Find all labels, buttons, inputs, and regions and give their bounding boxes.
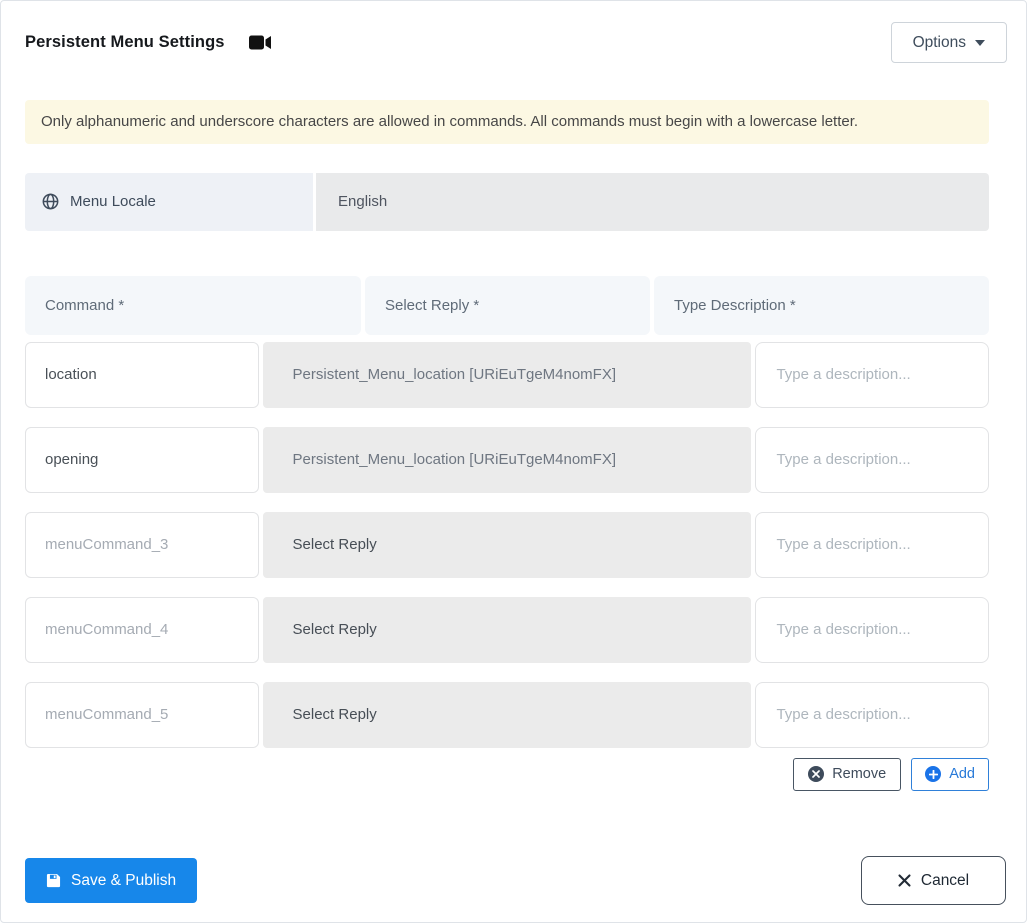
remove-button[interactable]: Remove: [793, 757, 902, 791]
command-row: Select Reply: [25, 511, 989, 578]
add-button-label: Add: [949, 766, 975, 783]
command-input[interactable]: [25, 511, 259, 578]
description-input[interactable]: [755, 511, 989, 578]
save-publish-button[interactable]: Save & Publish: [25, 858, 198, 903]
top-bar: Persistent Menu Settings Options: [1, 1, 1026, 78]
command-rules-alert: Only alphanumeric and underscore charact…: [25, 100, 989, 144]
description-input[interactable]: [755, 596, 989, 663]
reply-select[interactable]: Select Reply: [262, 511, 752, 578]
description-input[interactable]: [755, 426, 989, 493]
menu-locale-label: Menu Locale: [70, 193, 156, 211]
commands-table-header: Command * Select Reply * Type Descriptio…: [25, 275, 989, 335]
options-button-label: Options: [912, 33, 966, 51]
reply-select[interactable]: Select Reply: [262, 681, 752, 748]
command-row: Persistent_Menu_location [URiEuTgeM4nomF…: [25, 426, 989, 493]
header-command: Command *: [25, 275, 361, 335]
command-input[interactable]: [25, 596, 259, 663]
command-input[interactable]: [25, 341, 259, 408]
menu-locale-value: English: [316, 172, 989, 231]
command-row: Persistent_Menu_location [URiEuTgeM4nomF…: [25, 341, 989, 408]
command-row: Select Reply: [25, 681, 989, 748]
persistent-menu-settings-panel: Persistent Menu Settings Options Only al…: [0, 0, 1027, 923]
reply-select[interactable]: Persistent_Menu_location [URiEuTgeM4nomF…: [262, 341, 752, 408]
remove-circle-x-icon: [808, 766, 825, 783]
options-button[interactable]: Options: [890, 22, 1007, 63]
add-button[interactable]: Add: [911, 757, 989, 791]
header-select-reply: Select Reply *: [365, 275, 650, 335]
menu-locale-label-cell: Menu Locale: [25, 172, 313, 231]
description-input[interactable]: [755, 341, 989, 408]
video-camera-icon: [248, 35, 272, 50]
reply-select[interactable]: Persistent_Menu_location [URiEuTgeM4nomF…: [262, 426, 752, 493]
globe-icon: [42, 193, 59, 210]
footer-bar: Save & Publish Cancel: [25, 856, 1006, 905]
save-icon: [46, 873, 61, 888]
cancel-button-label: Cancel: [920, 871, 970, 889]
reply-select[interactable]: Select Reply: [262, 596, 752, 663]
close-icon: [898, 874, 911, 887]
title-wrap: Persistent Menu Settings: [25, 33, 272, 52]
save-publish-label: Save & Publish: [71, 871, 177, 889]
chevron-down-icon: [975, 39, 985, 46]
command-row: Select Reply: [25, 596, 989, 663]
cancel-button[interactable]: Cancel: [861, 856, 1006, 905]
page-title: Persistent Menu Settings: [25, 33, 225, 51]
header-type-description: Type Description *: [654, 275, 989, 335]
commands-rows: Persistent_Menu_location [URiEuTgeM4nomF…: [25, 341, 989, 748]
description-input[interactable]: [755, 681, 989, 748]
menu-locale-row: Menu Locale English: [25, 172, 989, 231]
command-input[interactable]: [25, 426, 259, 493]
command-input[interactable]: [25, 681, 259, 748]
row-actions: Remove Add: [25, 757, 989, 791]
add-circle-plus-icon: [925, 766, 942, 783]
remove-button-label: Remove: [832, 766, 887, 783]
